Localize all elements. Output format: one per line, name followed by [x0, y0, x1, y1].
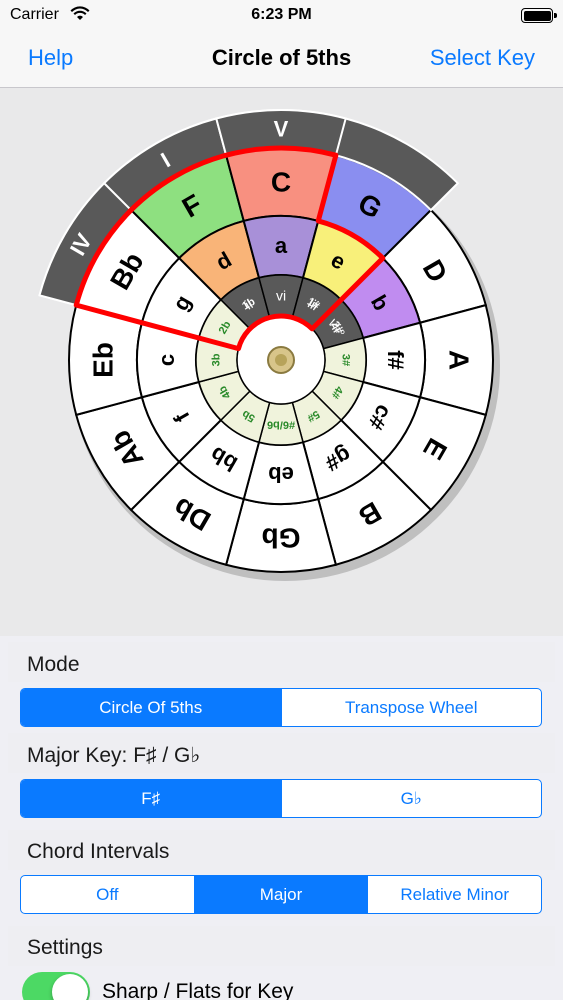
chord-option-off[interactable]: Off — [21, 876, 195, 913]
major-key-header: Major Key: F♯ / G♭ — [27, 744, 201, 767]
circle-of-fifths-wheel[interactable]: IVIVFd1bCaGe1#Db2#Af#3#Ec#4#Bg#5#Gbeb#6/… — [0, 88, 563, 636]
major-key-label: A — [444, 350, 475, 370]
chord-option-major[interactable]: Major — [194, 876, 369, 913]
chord-intervals-header: Chord Intervals — [27, 840, 170, 863]
mode-option-transpose[interactable]: Transpose Wheel — [282, 689, 542, 726]
key-option-flat[interactable]: G♭ — [282, 780, 542, 817]
accidental-label: 3# — [340, 354, 352, 366]
roman-numeral-top: V — [274, 117, 289, 142]
sharp-flat-label: Sharp / Flats for Key — [102, 980, 294, 1000]
major-key-label: C — [271, 167, 291, 198]
major-key-segmented-control[interactable]: F♯ G♭ — [20, 779, 542, 818]
roman-numeral-inner: vi — [276, 288, 286, 304]
accidental-label: #6/b6 — [267, 419, 295, 431]
minor-key-label: c — [154, 354, 179, 366]
mode-header: Mode — [27, 653, 80, 676]
key-option-sharp[interactable]: F♯ — [21, 780, 282, 817]
chord-intervals-segmented-control[interactable]: Off Major Relative Minor — [20, 875, 542, 914]
settings-header: Settings — [27, 936, 103, 959]
wheel-area: IV I V Fd 1b Ca Ge 1# Db 2# Af# 3# Ec# 4# Bg# 5# Gb eb #6/… — [0, 88, 563, 636]
sharp-flat-toggle[interactable] — [22, 972, 90, 1000]
major-key-label: Gb — [262, 523, 301, 554]
minor-key-label: eb — [268, 462, 294, 487]
minor-key-label: f# — [383, 350, 408, 370]
mode-option-circle[interactable]: Circle Of 5ths — [21, 689, 282, 726]
battery-icon — [521, 8, 557, 23]
select-key-button[interactable]: Select Key — [430, 45, 535, 71]
major-key-label: Eb — [88, 342, 119, 378]
hub-center — [275, 354, 287, 366]
status-bar: Carrier 6:23 PM — [0, 0, 563, 30]
accidental-label: 3b — [211, 353, 223, 366]
mode-segmented-control[interactable]: Circle Of 5ths Transpose Wheel — [20, 688, 542, 727]
chord-option-relative-minor[interactable]: Relative Minor — [368, 876, 541, 913]
minor-key-label: a — [275, 233, 288, 258]
mode-section — [8, 642, 555, 682]
clock: 6:23 PM — [251, 6, 312, 23]
navigation-bar: Help Circle of 5ths Select Key — [0, 30, 563, 88]
